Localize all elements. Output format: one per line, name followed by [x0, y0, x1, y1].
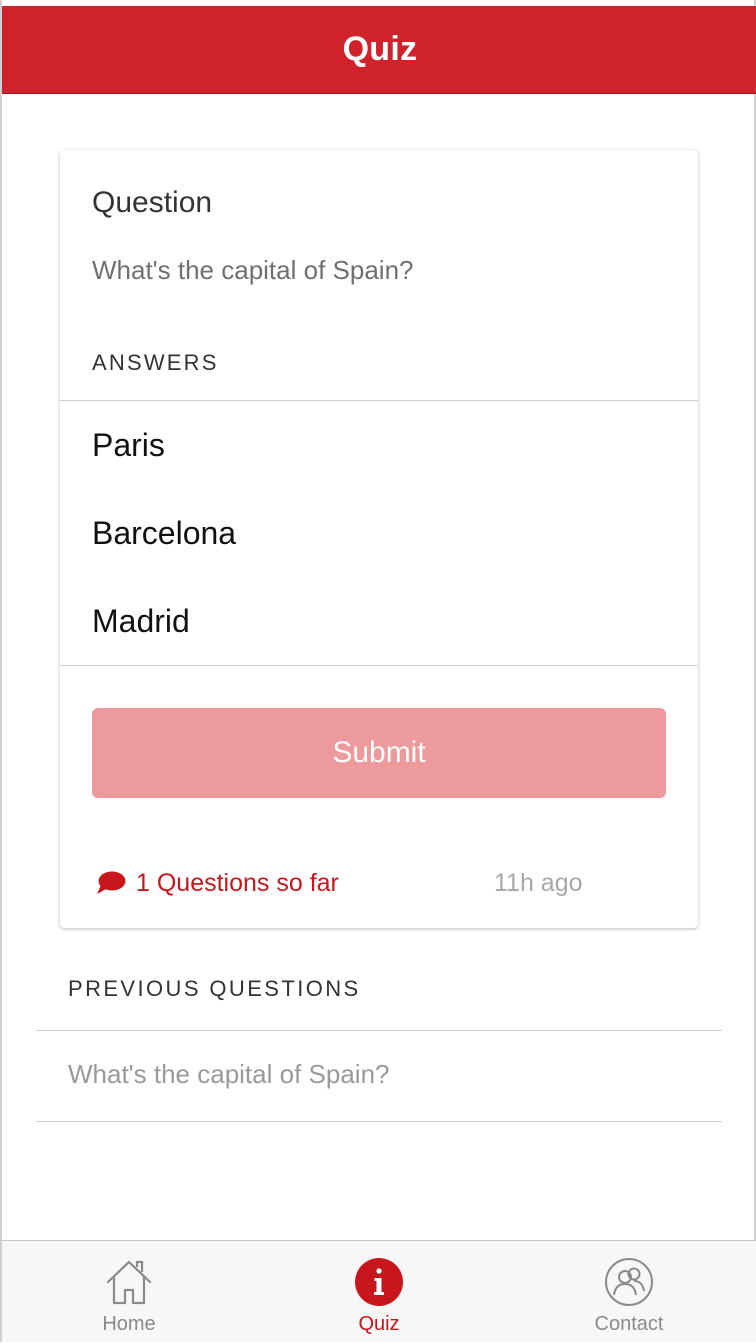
card-footer: 1 Questions so far 11h ago [96, 866, 656, 902]
previous-question-item[interactable]: What's the capital of Spain? [68, 1059, 389, 1090]
tab-contact[interactable]: Contact [539, 1241, 719, 1343]
answers-header: ANSWERS [92, 350, 219, 375]
navigation-bar: Quiz [2, 6, 756, 94]
tab-bar: Home Quiz Contact [2, 1240, 756, 1342]
previous-questions-list: What's the capital of Spain? [36, 1030, 722, 1122]
submit-button[interactable]: Submit [92, 708, 666, 798]
previous-questions-header: PREVIOUS QUESTIONS [68, 976, 361, 1001]
page-title: Quiz [342, 30, 418, 68]
answer-option-barcelona[interactable]: Barcelona [92, 515, 236, 552]
contact-icon [605, 1258, 653, 1306]
answer-option-paris[interactable]: Paris [92, 427, 165, 464]
answers-list: Paris Barcelona Madrid [60, 400, 698, 666]
comment-icon [97, 871, 126, 894]
tab-label-contact: Contact [594, 1313, 664, 1335]
tab-home[interactable]: Home [39, 1241, 219, 1343]
question-card: Question What's the capital of Spain? AN… [60, 150, 698, 928]
app-screen: Quiz Question What's the capital of Spai… [0, 0, 756, 1342]
home-icon [106, 1260, 152, 1305]
info-icon [355, 1258, 403, 1306]
card-title: Question [92, 186, 213, 219]
question-text: What's the capital of Spain? [92, 255, 414, 285]
tab-label-quiz: Quiz [358, 1313, 400, 1335]
timestamp: 11h ago [494, 869, 583, 897]
tab-quiz[interactable]: Quiz [289, 1241, 469, 1343]
answer-option-madrid[interactable]: Madrid [92, 603, 190, 640]
tab-label-home: Home [102, 1313, 156, 1335]
questions-count[interactable]: 1 Questions so far [136, 869, 339, 898]
